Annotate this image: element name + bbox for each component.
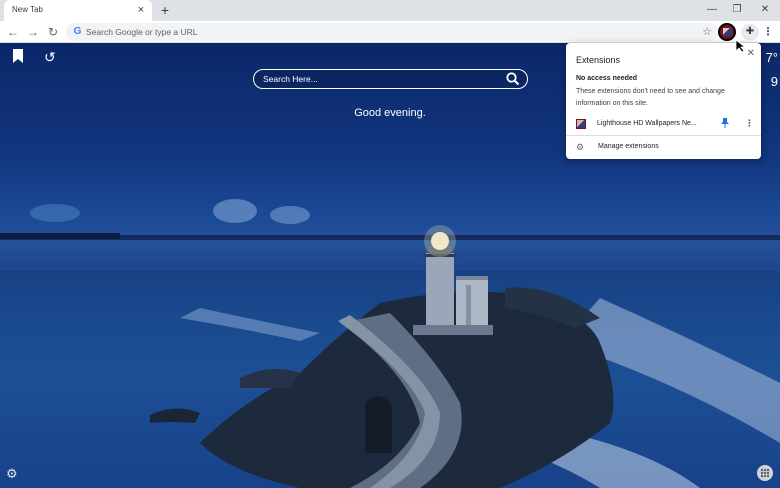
weather-detail: 9: [770, 74, 778, 89]
tab-title: New Tab: [12, 5, 43, 14]
omnibox-placeholder[interactable]: Search Google or type a URL: [86, 27, 198, 37]
extensions-popup: Extensions ✕ No access needed These exte…: [566, 43, 761, 159]
back-arrow-icon[interactable]: ←: [5, 24, 21, 40]
settings-gear-icon[interactable]: ⚙: [6, 466, 18, 482]
tab-new-tab[interactable]: New Tab ×: [4, 0, 152, 21]
extension-avatar-icon[interactable]: [718, 23, 736, 41]
manage-gear-icon[interactable]: ⚙: [576, 142, 584, 153]
extension-more-icon[interactable]: ⋮: [745, 118, 754, 129]
pin-icon[interactable]: [721, 118, 729, 130]
google-icon: G: [73, 26, 82, 37]
weather-temperature: 7°: [765, 50, 778, 65]
forward-arrow-icon[interactable]: →: [25, 24, 41, 40]
search-icon[interactable]: [506, 72, 520, 86]
puzzle-icon[interactable]: ✚: [741, 24, 759, 40]
close-window-button[interactable]: ✕: [756, 2, 774, 18]
extension-name[interactable]: Lighthouse HD Wallpapers Ne...: [597, 120, 697, 127]
reload-icon[interactable]: ↻: [45, 24, 61, 40]
search-input[interactable]: Search Here...: [263, 74, 318, 84]
minimize-button[interactable]: —: [703, 2, 721, 18]
omnibox[interactable]: G Search Google or type a URL ☆: [66, 23, 718, 41]
star-icon[interactable]: ☆: [702, 25, 712, 38]
new-tab-button[interactable]: +: [158, 3, 172, 17]
apps-grid-icon[interactable]: [757, 465, 773, 481]
tab-close-icon[interactable]: ×: [135, 4, 147, 16]
popup-section-description: These extensions don't need to see and c…: [576, 88, 725, 107]
history-icon[interactable]: ↺: [44, 49, 56, 65]
manage-extensions-link[interactable]: Manage extensions: [598, 143, 659, 150]
menu-dots-icon[interactable]: ⋮: [762, 24, 774, 40]
search-box[interactable]: Search Here...: [253, 69, 528, 89]
popup-divider: [566, 135, 761, 136]
popup-title: Extensions: [576, 55, 621, 65]
mouse-cursor-icon: [735, 39, 747, 53]
extension-icon: [576, 119, 586, 129]
extension-list-item[interactable]: Lighthouse HD Wallpapers Ne... ⋮: [566, 117, 761, 135]
tab-strip: New Tab × + — ❐ ✕: [0, 0, 780, 21]
restore-button[interactable]: ❐: [728, 2, 746, 18]
popup-section-heading: No access needed: [576, 75, 638, 82]
browser-toolbar: ← → ↻ G Search Google or type a URL ☆: [0, 21, 780, 43]
